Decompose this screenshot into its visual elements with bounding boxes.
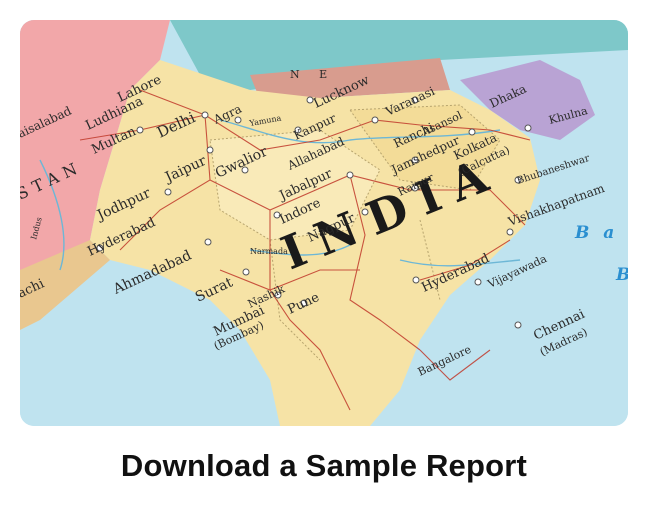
sea-label-2: B — [615, 265, 628, 285]
download-sample-report-link[interactable]: Download a Sample Report — [0, 448, 648, 484]
sea-label: B a — [574, 223, 618, 243]
country-label-nepal: N E — [290, 68, 335, 81]
map-image: INDIA STAN N E B a B Delhi Agra Lucknow … — [20, 20, 628, 426]
india-map-illustration: INDIA STAN N E B a B Delhi Agra Lucknow … — [20, 20, 628, 426]
river-narmada-label: Narmada — [250, 247, 288, 256]
